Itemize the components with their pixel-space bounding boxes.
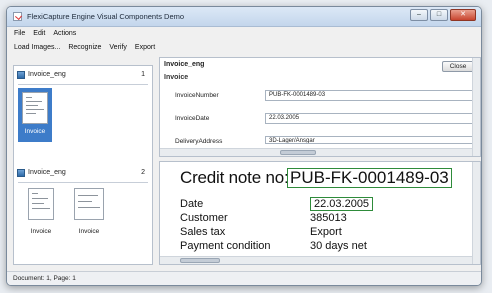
- status-bar: Document: 1, Page: 1: [7, 271, 481, 285]
- page-thumbnail-image[interactable]: [28, 188, 54, 220]
- document-icon: [17, 71, 25, 79]
- image-row-label: Date: [180, 198, 204, 210]
- export-button[interactable]: Export: [135, 44, 155, 51]
- document-number: 1: [141, 71, 145, 78]
- scrollbar-thumb[interactable]: [280, 150, 316, 155]
- document-icon: [17, 169, 25, 177]
- maximize-button[interactable]: □: [430, 9, 448, 21]
- image-horizontal-scrollbar[interactable]: [160, 256, 472, 264]
- recognize-button[interactable]: Recognize: [68, 44, 101, 51]
- form-vertical-scrollbar[interactable]: [472, 58, 480, 156]
- menu-actions[interactable]: Actions: [53, 30, 76, 37]
- page-thumbnail-image[interactable]: [74, 188, 104, 220]
- page-thumbnail-label: Invoice: [78, 228, 100, 235]
- credit-note-label: Credit note no:: [180, 168, 289, 187]
- field-label-invoice-date: InvoiceDate: [175, 115, 210, 122]
- page-thumbnail-label: Invoice: [24, 128, 46, 135]
- divider: [18, 182, 148, 183]
- load-images-button[interactable]: Load Images...: [14, 44, 60, 51]
- toolbar: Load Images... Recognize Verify Export: [7, 41, 481, 54]
- section-heading: Invoice: [164, 74, 189, 81]
- app-icon: [13, 12, 22, 21]
- image-row-value: 30 days net: [310, 240, 367, 252]
- document-name: Invoice_eng: [28, 169, 66, 176]
- credit-note-number-region[interactable]: PUB-FK-0001489-03: [287, 168, 452, 188]
- image-row-value: 385013: [310, 212, 347, 224]
- form-title: Invoice_eng: [164, 61, 205, 68]
- documents-pane: Invoice_eng 1 Invoice Invoice_eng 2 Invo…: [13, 65, 153, 265]
- image-row-label: Sales tax: [180, 226, 226, 238]
- verification-pane: Invoice_eng Close Invoice InvoiceNumber …: [159, 57, 481, 265]
- invoice-number-field[interactable]: PUB-FK-0001489-03: [265, 90, 475, 101]
- invoice-date-field[interactable]: 22.03.2005: [265, 113, 475, 124]
- document-image-pane[interactable]: Credit note no: PUB-FK-0001489-03 Date 2…: [159, 161, 481, 265]
- menu-edit[interactable]: Edit: [33, 30, 45, 37]
- image-row-value: Export: [310, 226, 342, 238]
- form-pane: Invoice_eng Close Invoice InvoiceNumber …: [159, 57, 481, 157]
- app-window: FlexiCapture Engine Visual Components De…: [6, 6, 482, 286]
- image-row-label: Customer: [180, 212, 228, 224]
- menu-file[interactable]: File: [14, 30, 25, 37]
- scrollbar-thumb[interactable]: [180, 258, 220, 263]
- document-1-header[interactable]: Invoice_eng 1: [17, 70, 149, 81]
- image-date-region[interactable]: 22.03.2005: [310, 197, 374, 211]
- document-2-header[interactable]: Invoice_eng 2: [17, 168, 149, 179]
- field-label-invoice-number: InvoiceNumber: [175, 92, 219, 99]
- image-vertical-scrollbar[interactable]: [472, 162, 480, 264]
- title-bar[interactable]: FlexiCapture Engine Visual Components De…: [7, 7, 481, 27]
- image-row-label: Payment condition: [180, 240, 271, 252]
- status-text: Document: 1, Page: 1: [13, 275, 76, 282]
- page-thumbnail-image: [22, 92, 48, 124]
- form-horizontal-scrollbar[interactable]: [160, 148, 472, 156]
- menu-bar: File Edit Actions: [7, 27, 481, 40]
- minimize-button[interactable]: –: [410, 9, 428, 21]
- close-button[interactable]: Close: [442, 61, 474, 72]
- divider: [18, 84, 148, 85]
- delivery-address-field[interactable]: 3D-Lager/Ansgar: [265, 136, 475, 144]
- document-number: 2: [141, 169, 145, 176]
- document-name: Invoice_eng: [28, 71, 66, 78]
- page-thumbnail-label: Invoice: [30, 228, 52, 235]
- window-title: FlexiCapture Engine Visual Components De…: [27, 12, 185, 21]
- page-thumbnail-selected[interactable]: Invoice: [18, 88, 52, 142]
- verify-button[interactable]: Verify: [109, 44, 127, 51]
- close-window-button[interactable]: ✕: [450, 9, 476, 21]
- field-label-delivery-address: DeliveryAddress: [175, 138, 223, 145]
